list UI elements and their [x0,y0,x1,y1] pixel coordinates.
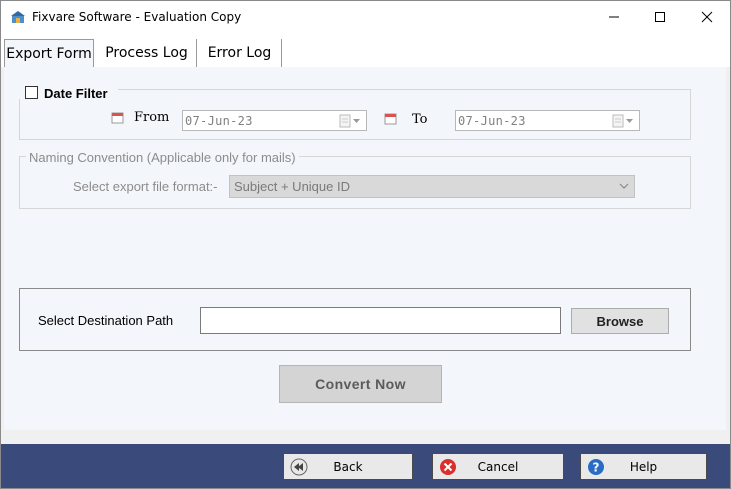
tab-label: Export Form [6,45,92,62]
date-dropdown-icon [339,114,360,128]
app-window: Fixvare Software - Evaluation Copy Expor… [0,0,731,489]
from-date-value: 07-Jun-23 [185,114,253,128]
tab-label: Error Log [207,45,272,61]
to-date-picker[interactable]: 07-Jun-23 [455,110,640,131]
help-button[interactable]: ? Help [580,453,707,480]
convert-now-button[interactable]: Convert Now [279,365,442,403]
footer-bar: Back Cancel ? Help [1,444,730,488]
window-title: Fixvare Software - Evaluation Copy [32,10,242,24]
export-form-panel: Date Filter From 07-Jun-23 To 07-Jun-23 [4,67,726,430]
svg-text:?: ? [593,461,600,475]
tab-process-log[interactable]: Process Log [97,39,197,67]
cancel-button[interactable]: Cancel [432,453,564,480]
maximize-icon [655,11,665,22]
from-label: From [134,110,170,125]
back-button[interactable]: Back [283,453,413,480]
maximize-button[interactable] [637,1,683,32]
date-filter-checkbox[interactable] [25,86,38,99]
calendar-icon [111,112,124,124]
to-date-value: 07-Jun-23 [458,114,526,128]
to-label: To [412,112,428,127]
minimize-icon [609,16,619,17]
destination-group: Select Destination Path Browse [19,288,691,351]
title-bar: Fixvare Software - Evaluation Copy [1,1,730,33]
destination-path-input[interactable] [200,307,561,334]
chevron-down-icon [619,183,629,189]
close-icon [701,11,713,22]
help-icon: ? [588,459,604,475]
destination-label: Select Destination Path [38,313,174,328]
close-button[interactable] [684,1,730,32]
back-arrow-icon [290,458,308,476]
export-format-select[interactable]: Subject + Unique ID [229,175,635,198]
cancel-icon [440,459,456,475]
cancel-button-label: Cancel [477,459,519,474]
export-format-value: Subject + Unique ID [234,179,350,194]
minimize-button[interactable] [591,1,637,32]
browse-button[interactable]: Browse [571,308,669,334]
convert-now-label: Convert Now [315,376,406,392]
tab-error-log[interactable]: Error Log [198,39,282,67]
app-logo-icon [11,11,25,23]
browse-button-label: Browse [596,313,644,329]
date-filter-header: Date Filter [18,83,118,101]
back-button-label: Back [333,459,363,474]
export-format-label: Select export file format:- [73,179,218,194]
tab-export-form[interactable]: Export Form [4,39,94,67]
from-date-picker[interactable]: 07-Jun-23 [182,110,367,131]
date-dropdown-icon [612,114,633,128]
tab-label: Process Log [105,45,188,61]
naming-convention-label: Naming Convention (Applicable only for m… [26,150,299,165]
help-button-label: Help [629,459,658,474]
calendar-icon [384,113,397,125]
tab-strip: Export Form Process Log Error Log [1,33,730,67]
date-filter-label: Date Filter [44,86,108,101]
